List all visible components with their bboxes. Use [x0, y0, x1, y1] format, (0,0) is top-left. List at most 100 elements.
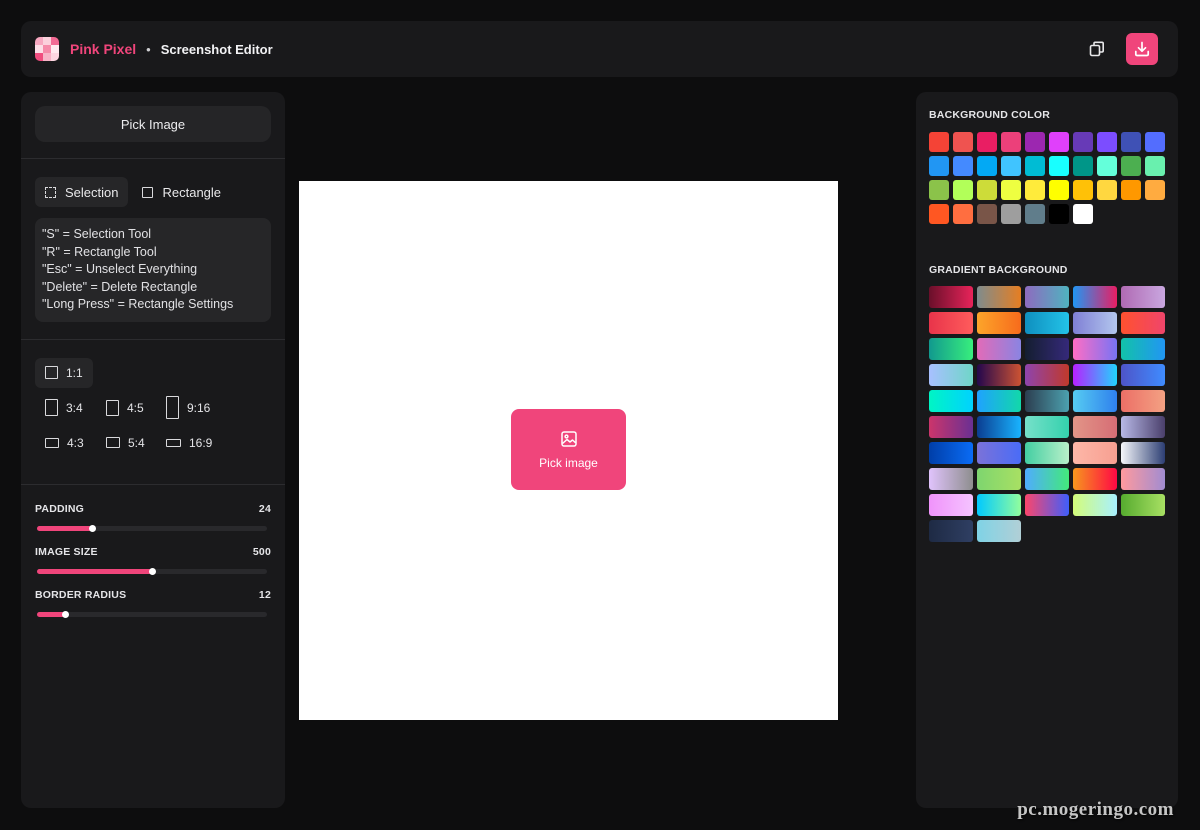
gradient-swatch[interactable] [977, 390, 1021, 412]
color-swatch[interactable] [977, 156, 997, 176]
slider-thumb[interactable] [89, 524, 97, 532]
color-swatch[interactable] [929, 132, 949, 152]
gradient-swatch[interactable] [1025, 494, 1069, 516]
gradient-swatch[interactable] [1073, 312, 1117, 334]
gradient-swatch[interactable] [977, 364, 1021, 386]
color-swatch[interactable] [1001, 204, 1021, 224]
color-swatch[interactable] [1097, 132, 1117, 152]
color-swatch[interactable] [1073, 180, 1093, 200]
gradient-swatch[interactable] [977, 494, 1021, 516]
copy-button[interactable] [1082, 34, 1112, 64]
tool-rectangle[interactable]: Rectangle [132, 177, 231, 207]
aspect-16-9[interactable]: 16:9 [156, 428, 222, 458]
slider-track[interactable] [37, 567, 267, 575]
gradient-swatch[interactable] [1121, 286, 1165, 308]
gradient-swatch[interactable] [977, 416, 1021, 438]
color-swatch[interactable] [1025, 132, 1045, 152]
color-swatch[interactable] [1145, 156, 1165, 176]
aspect-4-3[interactable]: 4:3 [35, 428, 94, 458]
gradient-swatch[interactable] [929, 312, 973, 334]
slider-track[interactable] [37, 524, 267, 532]
color-swatch[interactable] [1097, 156, 1117, 176]
gradient-swatch[interactable] [929, 442, 973, 464]
gradient-swatch[interactable] [977, 468, 1021, 490]
gradient-swatch[interactable] [1121, 390, 1165, 412]
color-swatch[interactable] [1073, 204, 1093, 224]
gradient-swatch[interactable] [977, 442, 1021, 464]
gradient-swatch[interactable] [1073, 416, 1117, 438]
color-swatch[interactable] [1121, 180, 1141, 200]
gradient-swatch[interactable] [1073, 364, 1117, 386]
color-swatch[interactable] [977, 204, 997, 224]
gradient-swatch[interactable] [1073, 286, 1117, 308]
color-swatch[interactable] [929, 204, 949, 224]
gradient-swatch[interactable] [977, 312, 1021, 334]
gradient-swatch[interactable] [929, 364, 973, 386]
gradient-swatch[interactable] [977, 286, 1021, 308]
color-swatch[interactable] [953, 204, 973, 224]
canvas-pick-image-button[interactable]: Pick image [511, 409, 626, 490]
color-swatch[interactable] [1049, 156, 1069, 176]
gradient-swatch[interactable] [1121, 312, 1165, 334]
color-swatch[interactable] [1121, 132, 1141, 152]
gradient-swatch[interactable] [1025, 390, 1069, 412]
color-swatch[interactable] [1121, 156, 1141, 176]
color-swatch[interactable] [1001, 156, 1021, 176]
gradient-swatch[interactable] [1025, 416, 1069, 438]
slider-thumb[interactable] [61, 610, 69, 618]
color-swatch[interactable] [1145, 132, 1165, 152]
gradient-swatch[interactable] [1121, 416, 1165, 438]
aspect-1-1[interactable]: 1:1 [35, 357, 93, 388]
color-swatch[interactable] [1025, 180, 1045, 200]
gradient-swatch[interactable] [1025, 286, 1069, 308]
gradient-swatch[interactable] [1025, 312, 1069, 334]
gradient-swatch[interactable] [1121, 364, 1165, 386]
aspect-4-5[interactable]: 4:5 [96, 393, 154, 423]
gradient-swatch[interactable] [1121, 468, 1165, 490]
download-button[interactable] [1126, 33, 1158, 65]
gradient-swatch[interactable] [1073, 338, 1117, 360]
tool-selection[interactable]: Selection [35, 177, 129, 207]
gradient-swatch[interactable] [929, 468, 973, 490]
gradient-swatch[interactable] [1025, 468, 1069, 490]
gradient-swatch[interactable] [1121, 442, 1165, 464]
gradient-swatch[interactable] [929, 494, 973, 516]
gradient-swatch[interactable] [1025, 338, 1069, 360]
color-swatch[interactable] [953, 132, 973, 152]
color-swatch[interactable] [953, 180, 973, 200]
aspect-5-4[interactable]: 5:4 [96, 428, 155, 458]
gradient-swatch[interactable] [929, 286, 973, 308]
color-swatch[interactable] [1049, 132, 1069, 152]
gradient-swatch[interactable] [977, 338, 1021, 360]
color-swatch[interactable] [1001, 132, 1021, 152]
color-swatch[interactable] [1073, 156, 1093, 176]
slider-track[interactable] [37, 610, 267, 618]
color-swatch[interactable] [1025, 156, 1045, 176]
color-swatch[interactable] [1097, 180, 1117, 200]
gradient-swatch[interactable] [1073, 390, 1117, 412]
color-swatch[interactable] [1025, 204, 1045, 224]
color-swatch[interactable] [929, 180, 949, 200]
aspect-3-4[interactable]: 3:4 [35, 393, 93, 423]
gradient-swatch[interactable] [929, 390, 973, 412]
gradient-swatch[interactable] [929, 416, 973, 438]
color-swatch[interactable] [977, 180, 997, 200]
gradient-swatch[interactable] [1025, 364, 1069, 386]
gradient-swatch[interactable] [1121, 494, 1165, 516]
gradient-swatch[interactable] [1073, 494, 1117, 516]
color-swatch[interactable] [1145, 180, 1165, 200]
color-swatch[interactable] [953, 156, 973, 176]
color-swatch[interactable] [1049, 180, 1069, 200]
color-swatch[interactable] [1049, 204, 1069, 224]
gradient-swatch[interactable] [1073, 442, 1117, 464]
aspect-9-16[interactable]: 9:16 [156, 393, 220, 423]
slider-thumb[interactable] [149, 567, 156, 575]
editor-canvas[interactable]: Pick image [299, 181, 838, 720]
gradient-swatch[interactable] [977, 520, 1021, 542]
gradient-swatch[interactable] [1025, 442, 1069, 464]
pick-image-button[interactable]: Pick Image [35, 106, 271, 142]
color-swatch[interactable] [977, 132, 997, 152]
gradient-swatch[interactable] [1073, 468, 1117, 490]
gradient-swatch[interactable] [1121, 338, 1165, 360]
gradient-swatch[interactable] [929, 520, 973, 542]
